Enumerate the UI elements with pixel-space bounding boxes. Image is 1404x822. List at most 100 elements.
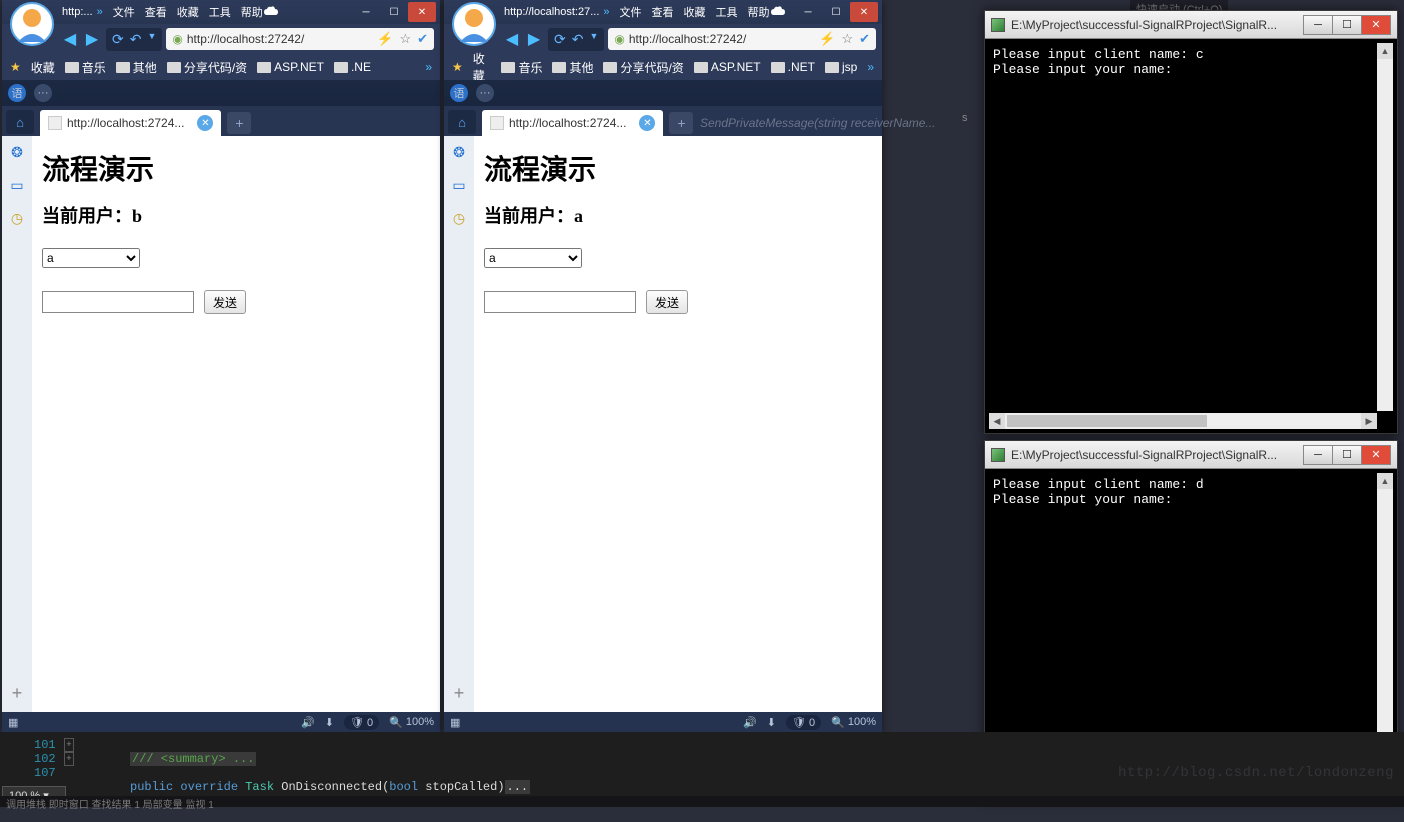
home-button[interactable]: ⌂ [6, 110, 34, 134]
address-bar[interactable]: ◉ http://localhost:27242/ ⚡ ☆ ✔ [608, 28, 876, 50]
status-app-icon[interactable]: ▦ [8, 716, 18, 729]
shield-count[interactable]: 🛡 0 [786, 715, 821, 730]
chevron-right-icon[interactable]: » [603, 6, 609, 18]
favorites-star-icon[interactable]: ★ [10, 60, 21, 74]
bookmark-item[interactable]: 分享代码/资 [603, 59, 683, 76]
bookmarks-more-icon[interactable]: » [867, 60, 874, 74]
volume-icon[interactable]: 🔊 [743, 716, 757, 729]
console-titlebar[interactable]: E:\MyProject\successful-SignalRProject\S… [985, 441, 1397, 469]
address-bar[interactable]: ◉ http://localhost:27242/ ⚡ ☆ ✔ [166, 28, 434, 50]
maximize-button[interactable]: ☐ [1332, 445, 1362, 465]
tab-active[interactable]: http://localhost:2724... ✕ [40, 110, 221, 136]
bookmark-item[interactable]: 音乐 [501, 59, 542, 76]
clock-icon[interactable]: ◷ [11, 210, 23, 227]
close-button[interactable]: ✕ [408, 2, 436, 22]
favorites-label[interactable]: 收藏 [31, 59, 55, 76]
clock-icon[interactable]: ◷ [453, 210, 465, 227]
minimize-button[interactable]: ─ [1303, 15, 1333, 35]
refresh-icon[interactable]: ⟳ [112, 31, 124, 48]
titlebar[interactable]: http:... » 文件 查看 收藏 工具 帮助 ─ ☐ ✕ [2, 0, 440, 24]
message-input[interactable] [484, 291, 636, 313]
bolt-icon[interactable]: ⚡ [377, 31, 393, 47]
zoom-control[interactable]: 🔍 100% [389, 716, 434, 729]
dropdown-icon[interactable]: ▼ [147, 31, 156, 48]
scroll-left-icon[interactable]: ◀ [989, 413, 1005, 429]
fold-icon[interactable]: + [64, 738, 74, 752]
bolt-icon[interactable]: ⚡ [819, 31, 835, 47]
minimize-button[interactable]: ─ [352, 2, 380, 22]
new-tab-button[interactable]: + [669, 112, 693, 134]
close-button[interactable]: ✕ [1361, 15, 1391, 35]
bookmark-item[interactable]: .NET [771, 60, 815, 74]
user-select[interactable]: a [42, 248, 140, 268]
scrollbar-vertical[interactable]: ▲ [1377, 43, 1393, 411]
cloud-icon[interactable] [770, 6, 786, 18]
volume-icon[interactable]: 🔊 [301, 716, 315, 729]
bookmark-item[interactable]: 其他 [116, 59, 157, 76]
user-select[interactable]: a [484, 248, 582, 268]
chat-icon[interactable]: ··· [476, 84, 494, 102]
close-button[interactable]: ✕ [850, 2, 878, 22]
bookmark-item[interactable]: ASP.NET [694, 60, 761, 74]
download-icon[interactable]: ⬇ [767, 716, 776, 729]
star-icon[interactable]: ☆ [399, 31, 411, 47]
status-app-icon[interactable]: ▦ [450, 716, 460, 729]
menu-favorites[interactable]: 收藏 [177, 4, 199, 20]
bookmark-item[interactable]: 分享代码/资 [167, 59, 247, 76]
cloud-icon[interactable] [263, 6, 279, 18]
back-button[interactable]: ◀ [60, 29, 80, 49]
maximize-button[interactable]: ☐ [380, 2, 408, 22]
back-button[interactable]: ◀ [502, 29, 522, 49]
dropdown-icon[interactable]: ▼ [589, 31, 598, 48]
send-button[interactable]: 发送 [646, 290, 688, 314]
menu-help[interactable]: 帮助 [241, 4, 263, 20]
zoom-control[interactable]: 🔍 100% [831, 716, 876, 729]
scrollbar-horizontal[interactable]: ◀ ▶ [989, 413, 1377, 429]
send-button[interactable]: 发送 [204, 290, 246, 314]
refresh-icon[interactable]: ⟳ [554, 31, 566, 48]
home-button[interactable]: ⌂ [448, 110, 476, 134]
bookmarks-more-icon[interactable]: » [425, 60, 432, 74]
chevron-right-icon[interactable]: » [97, 6, 103, 18]
close-button[interactable]: ✕ [1361, 445, 1391, 465]
new-tab-button[interactable]: + [227, 112, 251, 134]
forward-button[interactable]: ▶ [82, 29, 102, 49]
console-titlebar[interactable]: E:\MyProject\successful-SignalRProject\S… [985, 11, 1397, 39]
maximize-button[interactable]: ☐ [822, 2, 850, 22]
bookmark-item[interactable]: 音乐 [65, 59, 106, 76]
favorites-label[interactable]: 收藏 [473, 50, 492, 84]
maximize-button[interactable]: ☐ [1332, 15, 1362, 35]
favorites-star-icon[interactable]: ★ [452, 60, 463, 74]
compass-icon[interactable]: ❂ [453, 144, 465, 161]
menu-view[interactable]: 查看 [652, 4, 674, 20]
mobile-icon[interactable]: ▭ [452, 177, 465, 194]
fold-icon[interactable]: + [64, 752, 74, 766]
app-icon[interactable]: 语 [450, 84, 468, 102]
message-input[interactable] [42, 291, 194, 313]
scroll-thumb[interactable] [1007, 415, 1207, 427]
undo-icon[interactable]: ↶ [130, 31, 142, 48]
download-icon[interactable]: ⬇ [325, 716, 334, 729]
add-panel-icon[interactable]: + [12, 683, 23, 704]
mobile-icon[interactable]: ▭ [10, 177, 23, 194]
menu-file[interactable]: 文件 [113, 4, 135, 20]
minimize-button[interactable]: ─ [794, 2, 822, 22]
bookmark-item[interactable]: jsp [825, 60, 857, 74]
app-icon[interactable]: 语 [8, 84, 26, 102]
minimize-button[interactable]: ─ [1303, 445, 1333, 465]
check-icon[interactable]: ✔ [859, 31, 870, 47]
chat-icon[interactable]: ··· [34, 84, 52, 102]
check-icon[interactable]: ✔ [417, 31, 428, 47]
bookmark-item[interactable]: 其他 [552, 59, 593, 76]
forward-button[interactable]: ▶ [524, 29, 544, 49]
tab-active[interactable]: http://localhost:2724... ✕ [482, 110, 663, 136]
menu-file[interactable]: 文件 [620, 4, 642, 20]
scroll-right-icon[interactable]: ▶ [1361, 413, 1377, 429]
tab-close-icon[interactable]: ✕ [197, 115, 213, 131]
bookmark-item[interactable]: ASP.NET [257, 60, 324, 74]
menu-tools[interactable]: 工具 [209, 4, 231, 20]
console-output[interactable]: Please input client name: c Please input… [989, 43, 1393, 411]
compass-icon[interactable]: ❂ [11, 144, 23, 161]
menu-favorites[interactable]: 收藏 [684, 4, 706, 20]
menu-view[interactable]: 查看 [145, 4, 167, 20]
